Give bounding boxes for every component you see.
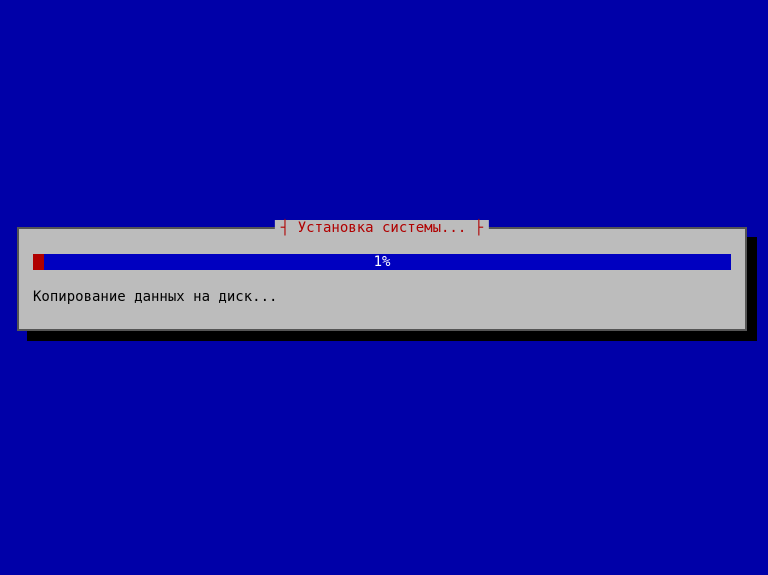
install-dialog: ┤ Установка системы... ├ 1% Копирование … xyxy=(17,227,747,331)
dialog-title-text: Установка системы... xyxy=(298,220,467,236)
progress-label: 1% xyxy=(33,254,731,270)
dialog-title: ┤ Установка системы... ├ xyxy=(275,220,489,236)
status-text: Копирование данных на диск... xyxy=(33,289,277,305)
progress-bar: 1% xyxy=(33,254,731,270)
